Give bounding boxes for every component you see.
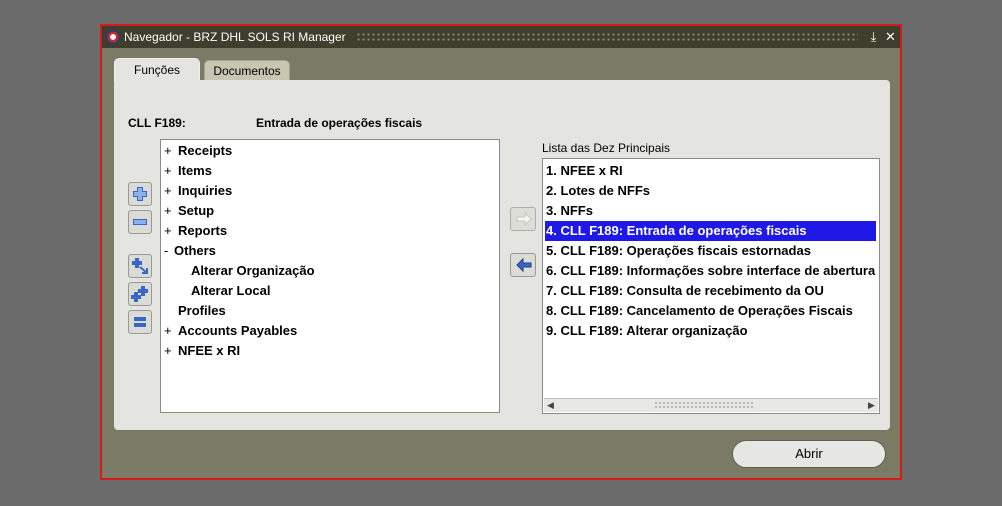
top10-item[interactable]: 3. NFFs (545, 201, 879, 221)
tree-expander[interactable]: - (164, 241, 174, 261)
top10-item[interactable]: 1. NFEE x RI (545, 161, 879, 181)
tree-node-items[interactable]: + Items (164, 161, 212, 181)
add-to-top10-button[interactable] (510, 207, 536, 231)
top10-item[interactable]: 7. CLL F189: Consulta de recebimento da … (545, 281, 879, 301)
tree-expander[interactable]: + (164, 181, 178, 201)
tree-node-nfee-x-ri[interactable]: + NFEE x RI (164, 341, 240, 361)
expand-branch-icon (132, 258, 148, 274)
tree-expander[interactable]: + (164, 341, 178, 361)
collapse-button[interactable] (128, 210, 152, 234)
functions-panel: CLL F189: Entrada de operações fiscais +… (114, 80, 890, 430)
tree-node-label: Alterar Organização (191, 263, 315, 278)
window-title: Navegador - BRZ DHL SOLS RI Manager (124, 30, 346, 44)
expand-branch-button[interactable] (128, 254, 152, 278)
tree-node-accounts-payables[interactable]: + Accounts Payables (164, 321, 297, 341)
open-button[interactable]: Abrir (732, 440, 886, 468)
title-grip (355, 32, 858, 42)
oracle-app-icon (106, 30, 120, 44)
tree-expander[interactable]: + (164, 141, 178, 161)
remove-from-top10-button[interactable] (510, 253, 536, 277)
scroll-right-icon[interactable]: ▶ (865, 399, 878, 412)
collapse-all-icon (134, 317, 146, 327)
minimize-icon[interactable]: ⤓ (866, 28, 881, 46)
tree-expander[interactable]: + (164, 161, 178, 181)
top10-item[interactable]: 2. Lotes de NFFs (545, 181, 879, 201)
top10-item-selected[interactable]: 4. CLL F189: Entrada de operações fiscai… (545, 221, 876, 241)
top10-item[interactable]: 5. CLL F189: Operações fiscais estornada… (545, 241, 879, 261)
tree-node-label: Setup (178, 203, 215, 218)
tree-node-label: Receipts (178, 143, 233, 158)
arrow-right-icon (516, 211, 532, 227)
expand-all-button[interactable] (128, 282, 152, 306)
tree-node-label: NFEE x RI (178, 343, 241, 358)
collapse-icon (133, 219, 147, 225)
top10-label: Lista das Dez Principais (542, 141, 671, 155)
tree-node-others[interactable]: - Others (164, 241, 216, 261)
function-code-label: CLL F189: (128, 116, 186, 130)
tree-node-label: Inquiries (178, 183, 233, 198)
open-button-label: Abrir (795, 446, 823, 461)
arrow-left-icon (516, 257, 532, 273)
tree-expander[interactable]: + (164, 221, 178, 241)
function-name-label: Entrada de operações fiscais (256, 116, 423, 130)
tree-node-alterar-organizacao[interactable]: Alterar Organização (191, 261, 315, 281)
tree-expander[interactable]: + (164, 321, 178, 341)
top10-item[interactable]: 9. CLL F189: Alterar organização (545, 321, 879, 341)
close-icon[interactable]: ✕ (883, 28, 898, 46)
tree-node-label: Alterar Local (191, 283, 271, 298)
tree-node-reports[interactable]: + Reports (164, 221, 227, 241)
scroll-thumb[interactable] (654, 401, 754, 409)
expand-button[interactable] (128, 182, 152, 206)
top10-item[interactable]: 8. CLL F189: Cancelamento de Operações F… (545, 301, 879, 321)
expand-icon (133, 187, 147, 201)
tree-node-profiles[interactable]: Profiles (178, 301, 226, 321)
tree-node-label: Accounts Payables (178, 323, 298, 338)
top10-item[interactable]: 6. CLL F189: Informações sobre interface… (545, 261, 879, 281)
horizontal-scrollbar[interactable]: ◀ ▶ (544, 398, 878, 412)
collapse-all-button[interactable] (128, 310, 152, 334)
navigator-window: Navegador - BRZ DHL SOLS RI Manager ⤓ ✕ … (100, 24, 902, 480)
tree-expander[interactable]: + (164, 201, 178, 221)
title-bar[interactable]: Navegador - BRZ DHL SOLS RI Manager ⤓ ✕ (102, 26, 900, 48)
tree-node-label: Reports (178, 223, 228, 238)
tab-documentos[interactable]: Documentos (204, 60, 290, 82)
tree-node-receipts[interactable]: + Receipts (164, 141, 232, 161)
tree-node-label: Profiles (178, 303, 226, 318)
tree-node-inquiries[interactable]: + Inquiries (164, 181, 232, 201)
tree-node-label: Others (174, 243, 216, 258)
expand-all-icon (131, 286, 148, 302)
scroll-left-icon[interactable]: ◀ (544, 399, 557, 412)
function-tree[interactable]: + Receipts + Items + Inquiries + Setup + Repo… (160, 139, 500, 413)
tree-node-label: Items (178, 163, 212, 178)
top10-list[interactable]: 1. NFEE x RI 2. Lotes de NFFs 3. NFFs 4.… (542, 158, 880, 414)
tree-node-setup[interactable]: + Setup (164, 201, 214, 221)
tree-node-alterar-local[interactable]: Alterar Local (191, 281, 270, 301)
